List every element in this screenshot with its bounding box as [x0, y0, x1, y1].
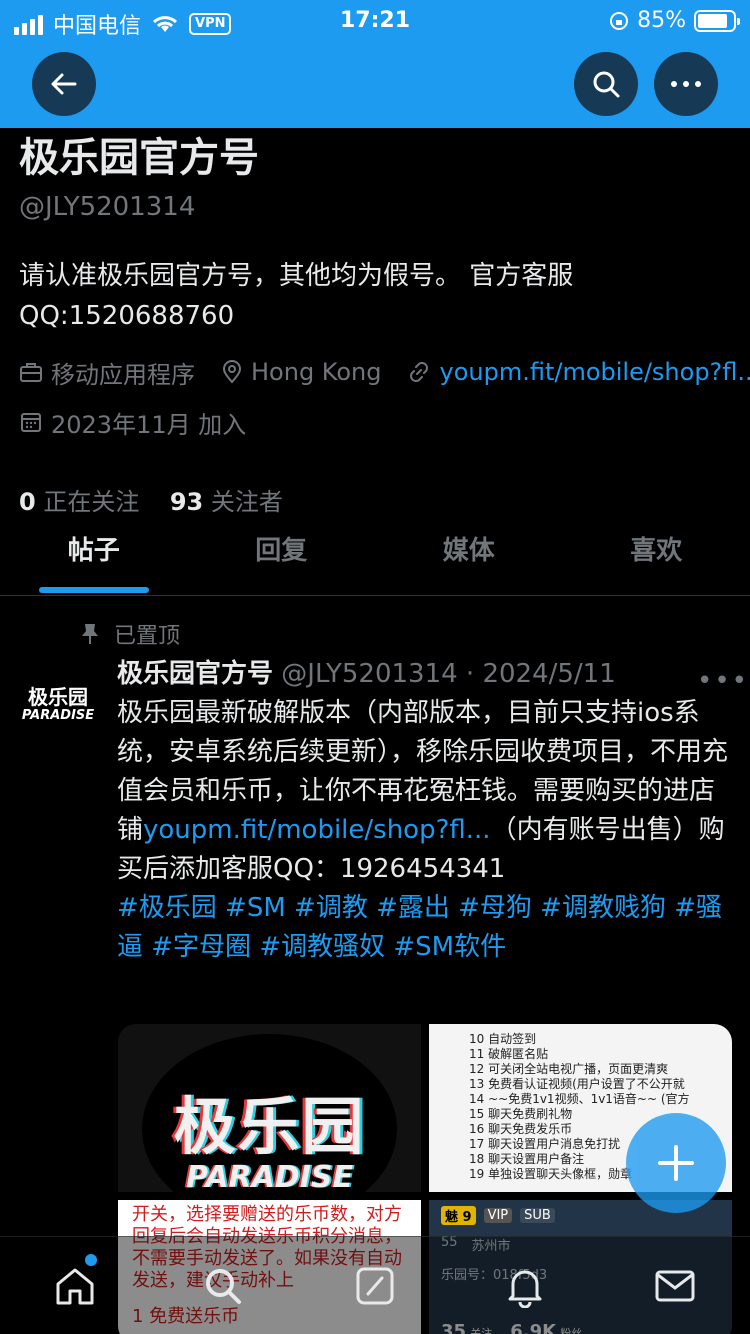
link-item[interactable]: youpm.fit/mobile/shop?fl...	[407, 358, 750, 386]
search-button[interactable]	[574, 52, 638, 116]
nav-notifications[interactable]	[502, 1263, 548, 1309]
nav-grok[interactable]	[352, 1263, 398, 1309]
search-icon	[593, 71, 620, 98]
list-item: 10 自动签到	[469, 1032, 537, 1046]
profile-name: 极乐园官方号	[19, 135, 259, 181]
post-hashtags[interactable]: #极乐园 #SM #调教 #露出 #母狗 #调教贱狗 #骚逼 #字母圈 #调教骚…	[117, 889, 731, 967]
location-pin-icon	[222, 360, 242, 384]
category-label: 移动应用程序	[51, 360, 195, 389]
joined-label: 2023年11月 加入	[51, 410, 247, 439]
grok-icon	[356, 1267, 394, 1305]
search-icon	[206, 1269, 241, 1304]
pin-icon	[82, 624, 98, 644]
profile-meta: 移动应用程序 Hong Kong youpm.fit/mobile/shop?f…	[19, 352, 750, 392]
more-button[interactable]	[654, 52, 718, 116]
post-author[interactable]: 极乐园官方号	[117, 659, 273, 689]
sub-badge: SUB	[520, 1208, 555, 1223]
rotation-lock-icon	[610, 11, 629, 30]
bio-line: 请认准极乐园官方号，其他均为假号。 官方客服	[19, 261, 574, 291]
profile-section: 极乐园官方号 @JLY5201314 请认准极乐园官方号，其他均为假号。 官方客…	[19, 128, 750, 517]
tab-media[interactable]: 媒体	[375, 520, 563, 595]
post-text: 极乐园最新破解版本（内部版本，目前只支持ios系统，安卓系统后续更新），移除乐园…	[117, 694, 731, 889]
paradise-logo: 极乐园 PARADISE	[142, 1034, 397, 1192]
post-avatar[interactable]: 极乐园 PARADISE	[18, 664, 98, 744]
pinned-label: 已置顶	[114, 624, 181, 649]
follow-stats: 0 正在关注 93 关注者	[19, 482, 731, 517]
list-item: 14 ~~免费1v1视频、1v1语音~~ (官方	[469, 1092, 690, 1106]
tab-replies[interactable]: 回复	[188, 520, 376, 595]
logo-text-cn: 极乐园	[173, 1089, 366, 1163]
post-body[interactable]: 极乐园官方号 @JLY5201314 · 2024/5/11 极乐园最新破解版本…	[117, 654, 731, 967]
more-icon	[671, 81, 701, 87]
compose-button[interactable]	[626, 1113, 726, 1213]
followers-link[interactable]: 93 关注者	[170, 488, 283, 516]
post-link[interactable]: youpm.fit/mobile/shop?fl...	[143, 815, 491, 845]
list-item: 13 免费看认证视频(用户设置了不公开就	[469, 1077, 685, 1091]
battery-icon	[694, 9, 740, 32]
location-item: Hong Kong	[221, 358, 381, 386]
joined-row: 2023年11月 加入	[19, 402, 731, 442]
following-count: 0	[19, 488, 36, 516]
joined-item: 2023年11月 加入	[19, 405, 246, 440]
avatar-text-cn: 极乐园	[28, 684, 88, 709]
bio-line: QQ:1520688760	[19, 301, 235, 331]
profile-tabs: 帖子 回复 媒体 喜欢	[0, 520, 750, 596]
home-notification-dot	[85, 1254, 97, 1266]
list-item: 11 破解匿名贴	[469, 1047, 549, 1061]
nav-messages[interactable]	[652, 1263, 698, 1309]
back-button[interactable]	[32, 52, 96, 116]
logo-text-en: PARADISE	[186, 1159, 353, 1193]
notifications-icon	[508, 1270, 542, 1308]
category-item: 移动应用程序	[19, 355, 195, 390]
top-header: 中国电信 VPN 17:21 85%	[0, 0, 750, 128]
briefcase-icon	[20, 363, 42, 382]
post-meta: @JLY5201314 · 2024/5/11	[273, 659, 616, 689]
list-item: 12 可关闭全站电视广播，页面更清爽	[469, 1062, 669, 1076]
profile-bio: 请认准极乐园官方号，其他均为假号。 官方客服 QQ:1520688760	[19, 256, 731, 336]
plus-icon	[658, 1145, 694, 1181]
arrow-left-icon	[51, 73, 77, 95]
followers-count: 93	[169, 488, 204, 516]
vip-badge: VIP	[483, 1208, 513, 1223]
following-label: 正在关注	[43, 488, 140, 516]
profile-link[interactable]: youpm.fit/mobile/shop?fl...	[439, 358, 750, 386]
link-icon	[410, 362, 429, 382]
post-header: 极乐园官方号 @JLY5201314 · 2024/5/11	[117, 654, 731, 694]
home-icon	[56, 1268, 94, 1305]
battery-percent: 85%	[637, 8, 686, 33]
media-image-logo[interactable]: 极乐园 PARADISE	[118, 1024, 421, 1192]
profile-handle: @JLY5201314	[19, 192, 196, 222]
following-link[interactable]: 0 正在关注	[19, 488, 139, 516]
nav-search[interactable]	[200, 1263, 246, 1309]
bottom-nav	[0, 1236, 750, 1334]
followers-label: 关注者	[210, 488, 283, 516]
status-bar: 中国电信 VPN 17:21 85%	[0, 0, 750, 42]
avatar-text-en: PARADISE	[21, 707, 95, 723]
level-badge: 魅 9	[441, 1206, 476, 1225]
pinned-indicator: 已置顶	[80, 618, 180, 650]
nav-home[interactable]	[52, 1263, 98, 1309]
calendar-icon	[21, 413, 41, 432]
messages-icon	[655, 1270, 695, 1302]
tab-likes[interactable]: 喜欢	[563, 520, 750, 595]
tab-posts[interactable]: 帖子	[0, 520, 188, 595]
location-label: Hong Kong	[251, 358, 382, 386]
